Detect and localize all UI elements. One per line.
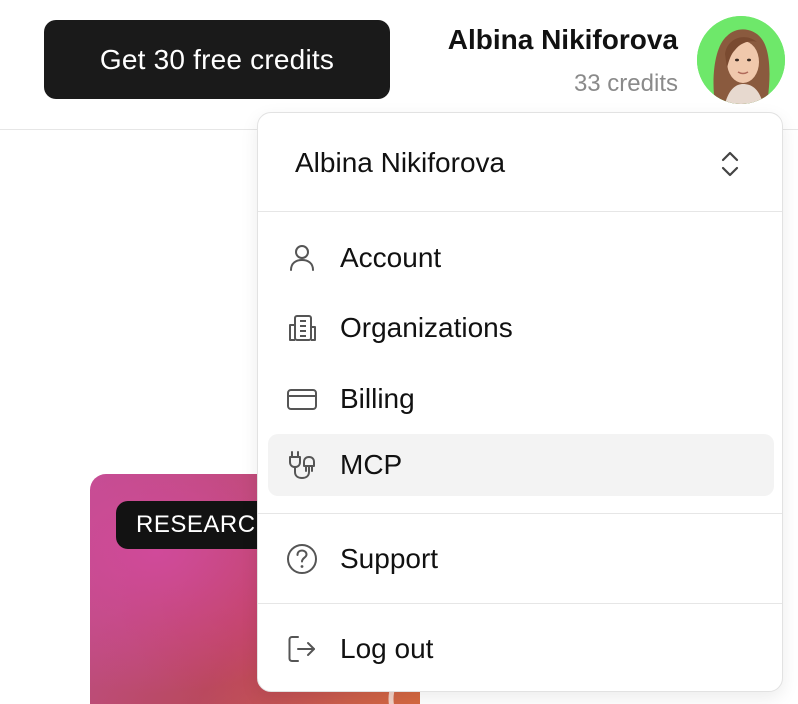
- menu-item-label: Organizations: [340, 312, 513, 343]
- menu-item-account[interactable]: Account: [268, 227, 774, 289]
- account-switcher-name: Albina Nikiforova: [295, 147, 506, 178]
- card-badge: RESEARC: [116, 501, 276, 549]
- menu-item-log-out[interactable]: Log out: [268, 618, 774, 680]
- menu-item-mcp[interactable]: MCP: [268, 434, 774, 496]
- user-name[interactable]: Albina Nikiforova: [448, 24, 678, 56]
- credits-count: 33 credits: [573, 70, 678, 97]
- account-switcher[interactable]: Albina Nikiforova: [258, 113, 782, 212]
- free-credits-button[interactable]: Get 30 free credits: [44, 20, 390, 99]
- menu-divider: [258, 603, 782, 604]
- menu-item-organizations[interactable]: Organizations: [268, 297, 774, 359]
- menu-item-label: Log out: [340, 633, 434, 664]
- menu-item-label: Billing: [340, 383, 415, 414]
- user-icon: [290, 245, 314, 271]
- avatar[interactable]: [697, 16, 785, 104]
- menu-item-billing[interactable]: Billing: [268, 368, 774, 430]
- top-bar: Get 30 free credits Albina Nikiforova 33…: [0, 0, 798, 130]
- chevrons-up-down-icon: [721, 151, 739, 177]
- plug-icon: [289, 451, 315, 480]
- menu-item-label: Account: [340, 242, 442, 273]
- credit-card-icon: [287, 389, 317, 410]
- menu-item-support[interactable]: Support: [268, 528, 774, 590]
- log-out-icon: [288, 636, 315, 662]
- page: RESEARC Get 30 free credits Albina Nikif…: [0, 0, 798, 704]
- avatar-photo: [697, 16, 785, 104]
- account-menu: Albina Nikiforova Account Organizations …: [257, 112, 783, 692]
- menu-item-label: Support: [340, 543, 439, 574]
- menu-divider: [258, 513, 782, 514]
- building-icon: [289, 315, 316, 341]
- menu-item-label: MCP: [340, 449, 403, 480]
- help-circle-icon: [287, 544, 317, 574]
